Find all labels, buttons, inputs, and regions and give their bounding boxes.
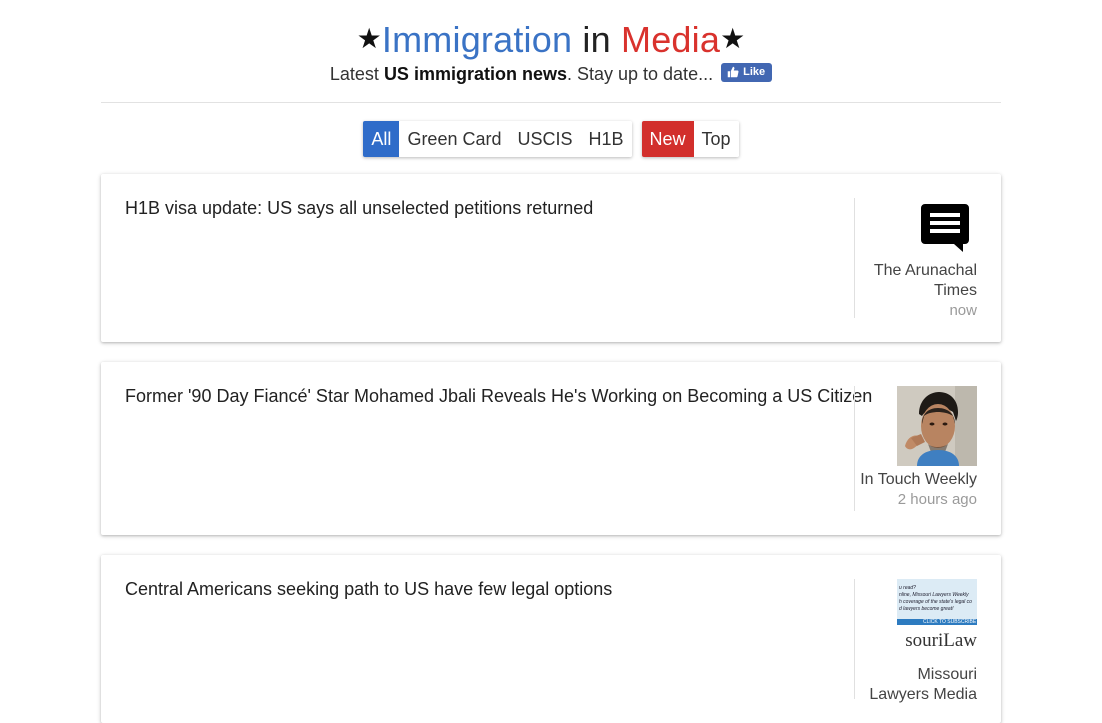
category-filter-group: All Green Card USCIS H1B [363, 121, 632, 157]
article-time: 2 hours ago [897, 491, 977, 508]
filter-h1b-button[interactable]: H1B [580, 121, 632, 157]
sort-new-button[interactable]: New [641, 121, 694, 157]
thumb-text-4: d lawyers become great! [899, 606, 954, 612]
thumb-brand: souriLaw [905, 630, 977, 651]
tagline-bold: US immigration news [383, 64, 567, 84]
facebook-like-button[interactable]: Like [721, 62, 773, 82]
article-title[interactable]: Central Americans seeking path to US hav… [125, 577, 845, 601]
article-thumbnail-ad: u read? nline, Missouri Lawyers Weekly h… [897, 579, 977, 659]
article-title[interactable]: H1B visa update: US says all unselected … [125, 196, 845, 220]
filter-uscis-button[interactable]: USCIS [509, 121, 581, 157]
header-divider [101, 102, 1001, 103]
speech-bubble-icon [897, 198, 977, 260]
article-time: now [949, 302, 977, 319]
like-label: Like [743, 66, 766, 78]
thumb-text-1: u read? [899, 585, 916, 591]
site-header: ★Immigration in Media★ Latest US immigra… [101, 0, 1001, 103]
filter-green-card-button[interactable]: Green Card [399, 121, 510, 157]
thumbs-up-icon [727, 66, 739, 78]
page: ★Immigration in Media★ Latest US immigra… [101, 0, 1001, 723]
sort-filter-group: New Top [641, 121, 739, 157]
site-tagline: Latest US immigration news. Stay up to d… [101, 62, 1001, 86]
sort-top-button[interactable]: Top [693, 121, 739, 157]
article-title[interactable]: Former '90 Day Fiancé' Star Mohamed Jbal… [125, 384, 872, 408]
tagline-prefix: Latest [329, 64, 384, 84]
filter-bar: All Green Card USCIS H1B New Top [101, 121, 1001, 157]
title-word-immigration: Immigration [381, 19, 573, 60]
article-meta: The Arunachal Times now [854, 198, 977, 319]
star-right-icon: ★ [720, 23, 746, 54]
article-meta: u read? nline, Missouri Lawyers Weekly h… [854, 579, 977, 703]
article-card[interactable]: Central Americans seeking path to US hav… [101, 555, 1001, 723]
filter-all-button[interactable]: All [363, 121, 400, 157]
title-word-media: Media [621, 19, 721, 60]
article-thumbnail-photo [897, 386, 977, 466]
thumb-cta: CLICK TO SUBSCRIBE [923, 619, 977, 625]
article-card[interactable]: H1B visa update: US says all unselected … [101, 174, 1001, 342]
star-left-icon: ★ [356, 23, 382, 54]
title-word-in: in [582, 19, 611, 60]
article-card[interactable]: Former '90 Day Fiancé' Star Mohamed Jbal… [101, 362, 1001, 535]
article-source: In Touch Weekly [860, 471, 977, 488]
tagline-suffix: . Stay up to date... [566, 64, 714, 84]
article-source: The Arunachal Times [873, 262, 977, 299]
article-source: Missouri Lawyers Media [869, 666, 977, 703]
article-meta: In Touch Weekly 2 hours ago [854, 386, 977, 511]
thumb-text-2: nline, Missouri Lawyers Weekly [899, 592, 969, 598]
thumb-text-3: h coverage of the state's legal co [899, 599, 972, 605]
article-list: H1B visa update: US says all unselected … [101, 174, 1001, 723]
site-title[interactable]: ★Immigration in Media★ [101, 18, 1001, 61]
